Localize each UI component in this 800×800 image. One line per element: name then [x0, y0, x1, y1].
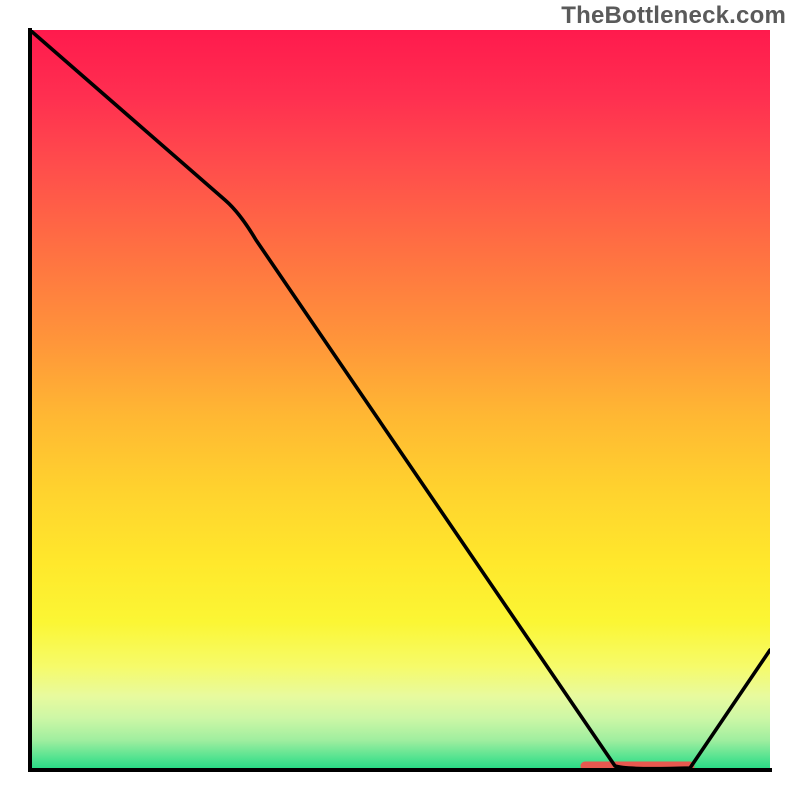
bottleneck-curve — [30, 30, 770, 769]
x-axis — [28, 768, 772, 772]
y-axis — [28, 28, 32, 772]
chart-stage: TheBottleneck.com — [0, 0, 800, 800]
watermark-text: TheBottleneck.com — [561, 2, 786, 30]
chart-svg — [30, 30, 770, 770]
plot-area — [30, 30, 770, 770]
